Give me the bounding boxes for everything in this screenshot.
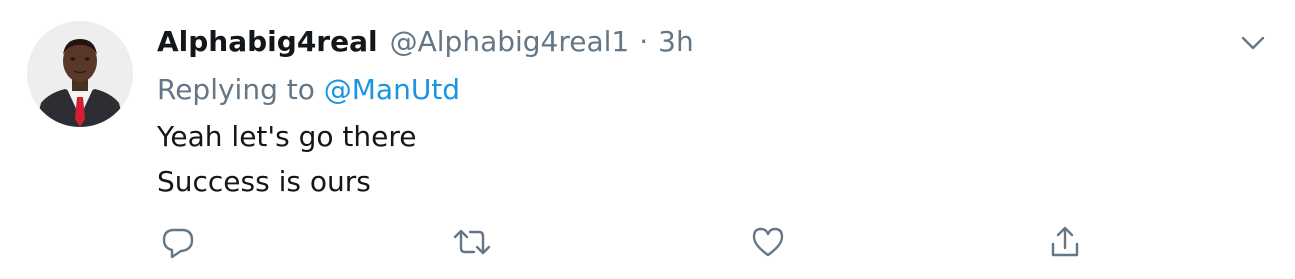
tweet-text: Yeah let's go there Success is ours bbox=[157, 114, 416, 204]
tweet: Alphabig4real @Alphabig4real1 · 3h Reply… bbox=[0, 0, 1295, 279]
retweet-icon bbox=[452, 224, 492, 260]
separator-dot: · bbox=[639, 25, 649, 58]
tweet-text-line: Success is ours bbox=[157, 165, 371, 198]
heart-icon bbox=[750, 224, 786, 260]
tweet-text-line: Yeah let's go there bbox=[157, 120, 417, 153]
timestamp[interactable]: 3h bbox=[658, 22, 694, 62]
chevron-down-icon[interactable] bbox=[1238, 28, 1268, 58]
tweet-header: Alphabig4real @Alphabig4real1 · 3h bbox=[157, 22, 694, 62]
display-name[interactable]: Alphabig4real bbox=[157, 22, 378, 62]
reply-mention-link[interactable]: @ManUtd bbox=[324, 73, 460, 106]
replying-label: Replying to bbox=[157, 73, 315, 106]
share-icon bbox=[1047, 224, 1083, 260]
retweet-button[interactable] bbox=[452, 222, 492, 262]
reply-button[interactable] bbox=[158, 222, 198, 262]
like-button[interactable] bbox=[748, 222, 788, 262]
avatar[interactable] bbox=[27, 21, 133, 127]
replying-to: Replying to @ManUtd bbox=[157, 70, 460, 110]
share-button[interactable] bbox=[1045, 222, 1085, 262]
reply-icon bbox=[160, 224, 196, 260]
user-handle[interactable]: @Alphabig4real1 bbox=[390, 22, 630, 62]
